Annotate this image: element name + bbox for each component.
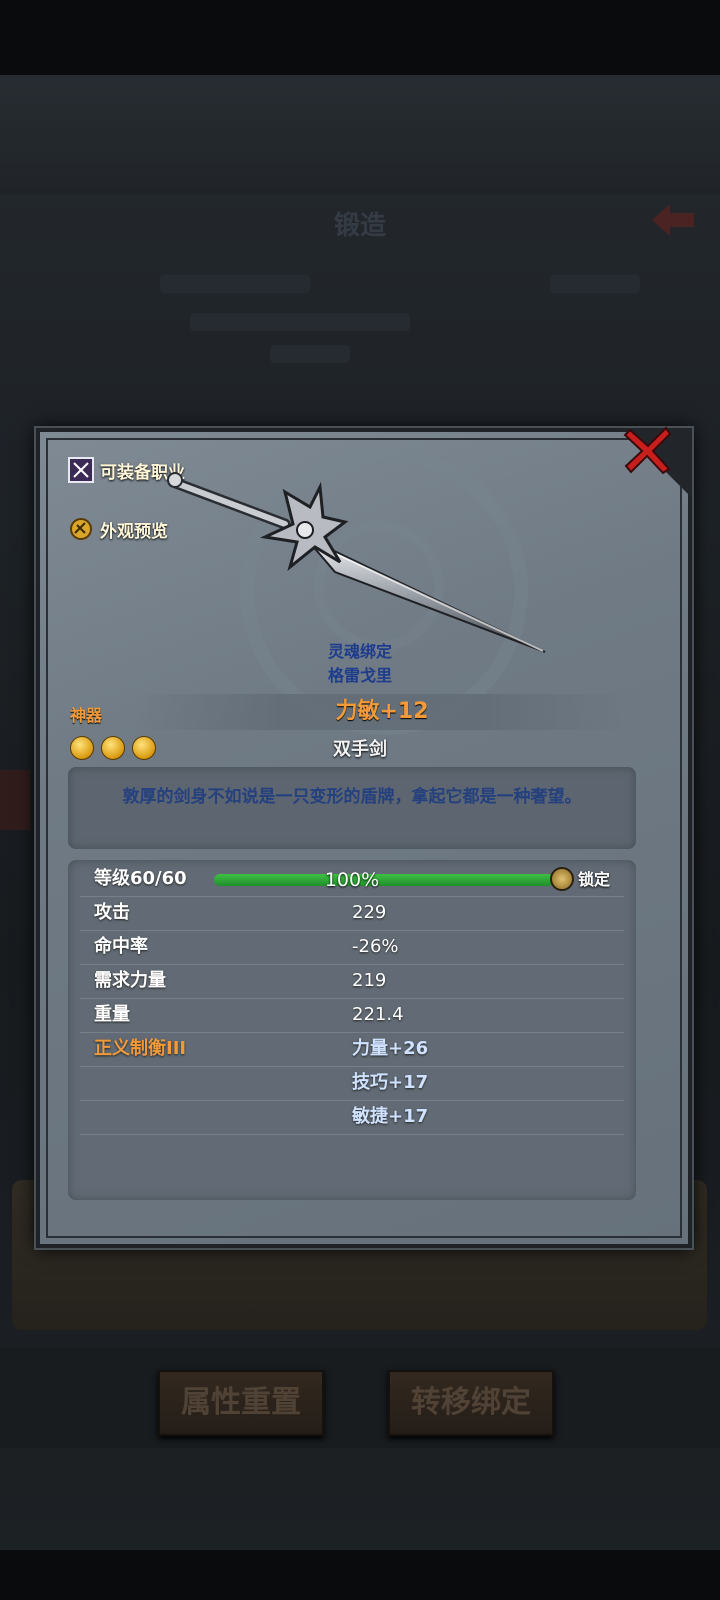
weapon-type: 双手剑 [333,739,387,760]
bonus-value: 力量+26 [352,1038,429,1059]
stats-panel: 等级60/60 100% 锁定 攻击 229 命中率 -26% 需求力量 219… [68,860,636,1200]
bonus-row: 敏捷+17 [80,1100,624,1135]
preview-gear-icon [70,518,92,540]
bonus-row: 正义制衡III 力量+26 [80,1032,624,1067]
bind-status: 灵魂绑定 [327,642,392,661]
bonus-value: 技巧+17 [352,1072,429,1093]
lock-label[interactable]: 锁定 [578,862,610,898]
bonus-value: 敏捷+17 [352,1106,429,1127]
stat-value: 219 [352,970,387,991]
item-description: 敦厚的剑身不如说是一只变形的盾牌，拿起它都是一种奢望。 [122,787,582,807]
close-icon[interactable] [622,424,674,476]
bonus-row: 技巧+17 [80,1066,624,1101]
item-name: 格雷戈里 [327,666,392,685]
stat-label: 攻击 [94,902,130,923]
level-percent: 100% [324,869,380,891]
item-tier: 神器 [70,706,103,725]
stat-row: 命中率 -26% [80,930,624,965]
stat-row: 重量 221.4 [80,998,624,1033]
stat-value: 221.4 [352,1004,404,1025]
level-row: 等级60/60 100% 锁定 [80,862,624,897]
stat-value: 229 [352,902,387,923]
main-stat: 力敏+12 [132,694,632,730]
appearance-preview-link[interactable]: 外观预览 [68,516,168,542]
crossed-weapons-icon [68,457,94,483]
stat-label: 重量 [94,1004,130,1025]
bonus-label: 正义制衡III [94,1038,187,1059]
stat-value: -26% [352,936,399,957]
description-box: 敦厚的剑身不如说是一只变形的盾牌，拿起它都是一种奢望。 [68,767,636,849]
stat-label: 需求力量 [94,970,166,991]
stat-label: 命中率 [94,936,148,957]
lock-icon[interactable] [550,867,574,891]
stat-row: 攻击 229 [80,896,624,931]
stat-row: 需求力量 219 [80,964,624,999]
appearance-preview-label: 外观预览 [100,521,168,542]
